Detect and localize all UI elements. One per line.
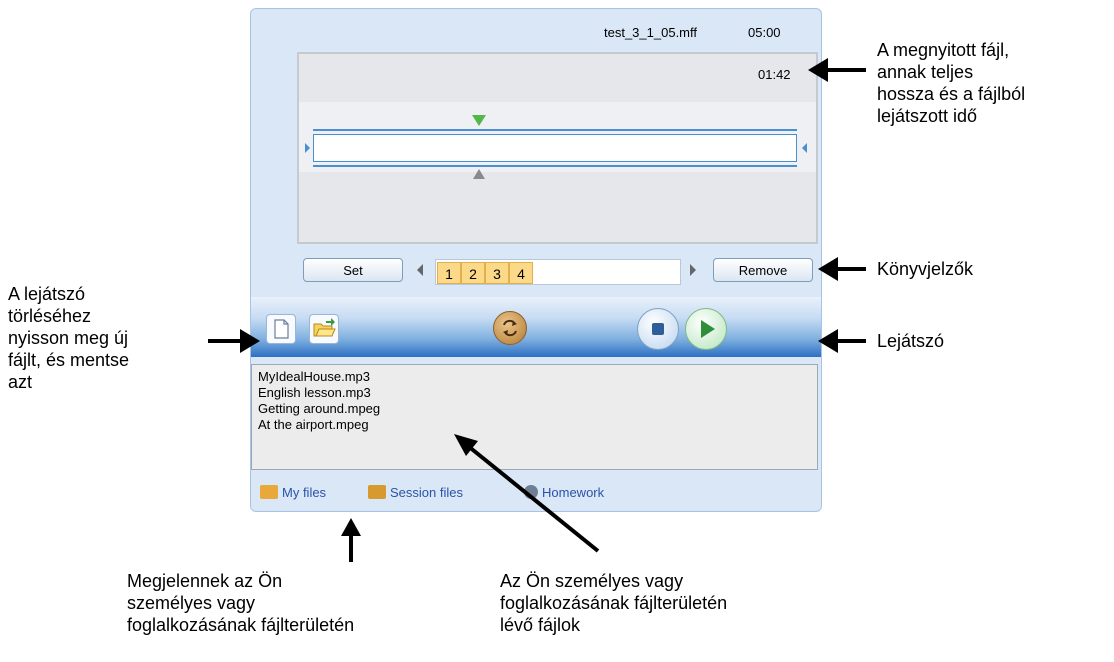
arrow-file-list-icon xyxy=(454,434,600,553)
